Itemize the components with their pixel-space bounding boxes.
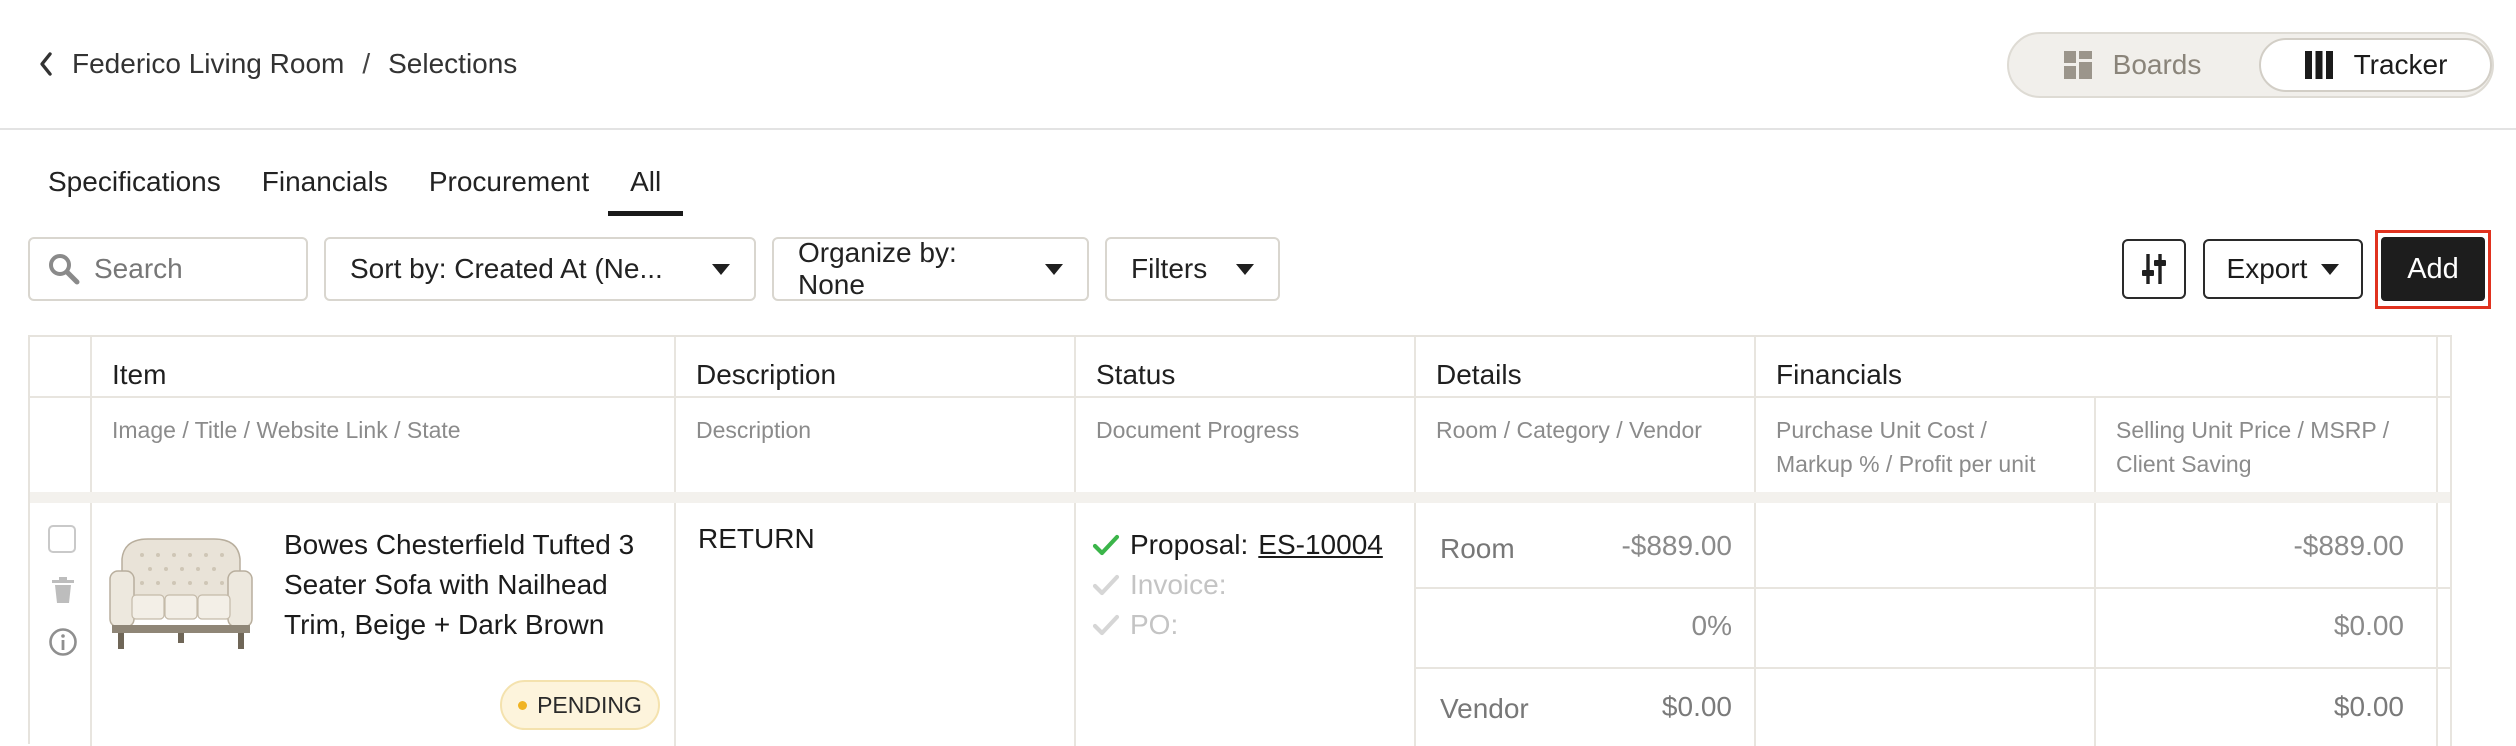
description-value[interactable]: RETURN — [698, 523, 815, 555]
search-input[interactable]: Search — [28, 237, 308, 301]
status-badge-label: PENDING — [537, 691, 642, 718]
item-title-line: Seater Sofa with Nailhead — [284, 569, 608, 600]
filters-dropdown[interactable]: Filters — [1105, 237, 1280, 301]
caret-down-icon — [1236, 263, 1254, 275]
breadcrumb-separator: / — [362, 48, 371, 79]
doc-po: PO: — [1092, 605, 1178, 645]
tab-bar: Specifications Financials Procurement Al… — [48, 160, 724, 216]
proposal-link[interactable]: ES-10004 — [1258, 529, 1383, 561]
column-header-details[interactable]: Details — [1436, 359, 1522, 391]
subheader-selling-line2: Client Saving — [2116, 451, 2252, 477]
boards-label: Boards — [2112, 49, 2202, 80]
column-settings-button[interactable] — [2122, 239, 2186, 299]
subheader-purchase-line2: Markup % / Profit per unit — [1776, 451, 2036, 477]
selections-table: Item Description Status Details Financia… — [28, 335, 2452, 746]
subheader-selling: Selling Unit Price / MSRP / Client Savin… — [2116, 413, 2389, 481]
chevron-left-icon[interactable] — [34, 49, 58, 79]
subheader-purchase-line1: Purchase Unit Cost / — [1776, 417, 1987, 443]
view-toggle: Boards Tracker — [2007, 32, 2494, 98]
subheader-item: Image / Title / Website Link / State — [112, 417, 461, 443]
status-badge[interactable]: PENDING — [500, 680, 660, 730]
subheader-details: Room / Category / Vendor — [1436, 417, 1702, 443]
doc-invoice: Invoice: — [1092, 565, 1227, 605]
client-saving: $0.00 — [2333, 691, 2404, 722]
column-divider — [1414, 337, 1416, 746]
doc-proposal-label: Proposal: — [1130, 529, 1249, 560]
column-divider — [2450, 337, 2452, 746]
column-header-financials[interactable]: Financials — [1776, 359, 1902, 391]
details-room[interactable]: Room — [1440, 533, 1515, 565]
item-title-line: Bowes Chesterfield Tufted 3 — [284, 529, 635, 560]
details-vendor[interactable]: Vendor — [1440, 693, 1529, 725]
sliders-icon — [2142, 254, 2166, 284]
column-header-description[interactable]: Description — [696, 359, 836, 391]
tracker-view-button[interactable]: Tracker — [2259, 38, 2492, 92]
caret-down-icon — [1045, 263, 1063, 275]
product-image[interactable] — [108, 529, 254, 657]
breadcrumb-current: Selections — [388, 48, 518, 79]
tracker-label: Tracker — [2353, 49, 2448, 80]
check-icon — [1092, 573, 1120, 597]
tab-procurement[interactable]: Procurement — [429, 160, 589, 216]
caret-down-icon — [712, 263, 730, 275]
trash-icon[interactable] — [48, 575, 78, 605]
column-divider — [1074, 337, 1076, 746]
info-icon[interactable] — [48, 627, 78, 657]
column-divider — [1754, 337, 1756, 746]
markup-percent[interactable]: 0% — [1692, 610, 1732, 642]
subheader-status: Document Progress — [1096, 417, 1300, 443]
subheader-purchase: Purchase Unit Cost / Markup % / Profit p… — [1776, 413, 2036, 481]
purchase-unit-cost[interactable]: -$889.00 — [1621, 530, 1732, 562]
column-divider — [90, 337, 92, 746]
sort-label: Sort by: Created At (Ne... — [350, 253, 663, 284]
profit-per-unit: $0.00 — [1661, 691, 1732, 722]
row-checkbox[interactable] — [48, 525, 76, 553]
boards-view-button[interactable]: Boards — [2017, 38, 2247, 92]
column-divider — [2436, 337, 2438, 746]
check-icon — [1092, 613, 1120, 637]
header-divider — [30, 396, 2450, 398]
organize-label: Organize by: None — [798, 237, 957, 300]
tab-specifications[interactable]: Specifications — [48, 160, 221, 216]
search-icon — [49, 254, 80, 285]
subheader-description: Description — [696, 417, 812, 443]
export-label: Export — [2226, 253, 2308, 284]
caret-down-icon — [2321, 263, 2340, 275]
item-title-line: Trim, Beige + Dark Brown — [284, 609, 605, 640]
row-divider — [1416, 587, 2450, 589]
doc-proposal: Proposal: ES-10004 — [1092, 525, 1383, 565]
tab-financials[interactable]: Financials — [262, 160, 388, 216]
add-button[interactable]: Add — [2381, 237, 2485, 301]
sort-dropdown[interactable]: Sort by: Created At (Ne... — [324, 237, 756, 301]
column-header-item[interactable]: Item — [112, 359, 166, 391]
selling-unit-price[interactable]: -$889.00 — [2293, 530, 2404, 562]
export-button[interactable]: Export — [2203, 239, 2363, 299]
tracker-icon — [2304, 51, 2333, 79]
header-band — [30, 492, 2450, 503]
check-icon — [1092, 533, 1120, 557]
row-divider — [1416, 667, 2450, 669]
search-placeholder: Search — [94, 253, 183, 284]
tab-all[interactable]: All — [608, 160, 684, 216]
organize-dropdown[interactable]: Organize by: None — [772, 237, 1089, 301]
item-title[interactable]: Bowes Chesterfield Tufted 3 Seater Sofa … — [284, 525, 664, 645]
subheader-selling-line1: Selling Unit Price / MSRP / — [2116, 417, 2390, 443]
column-divider — [2094, 397, 2096, 746]
filters-label: Filters — [1131, 253, 1208, 284]
doc-po-label: PO: — [1130, 609, 1179, 640]
msrp[interactable]: $0.00 — [2334, 610, 2404, 642]
boards-icon — [2063, 51, 2092, 79]
breadcrumb: Federico Living Room / Selections — [34, 44, 517, 84]
doc-invoice-label: Invoice: — [1130, 569, 1227, 600]
column-header-status[interactable]: Status — [1096, 359, 1175, 391]
column-divider — [674, 337, 676, 746]
breadcrumb-project[interactable]: Federico Living Room — [72, 48, 344, 80]
status-dot — [518, 700, 528, 710]
